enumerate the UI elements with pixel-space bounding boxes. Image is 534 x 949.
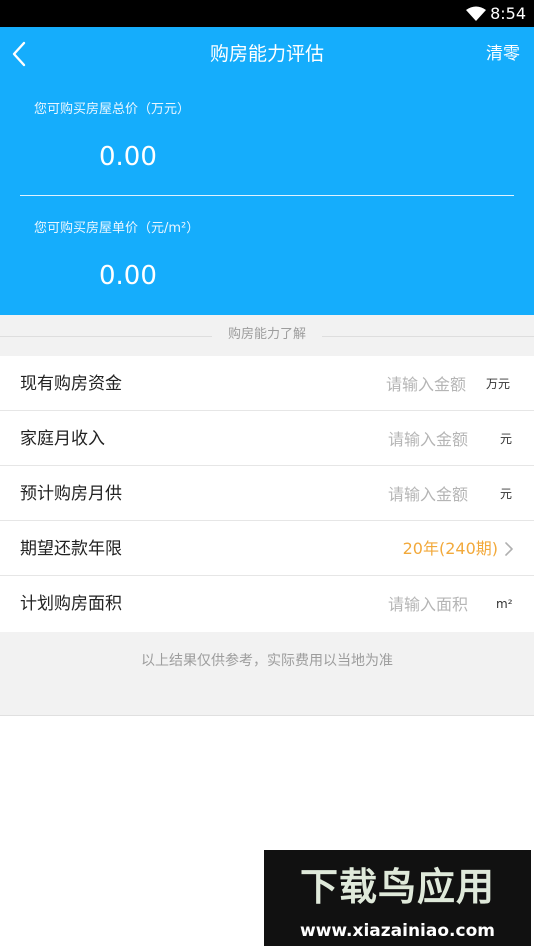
funds-input[interactable] bbox=[346, 372, 466, 396]
unit-price-label: 您可购买房屋单价（元/m²） bbox=[34, 221, 200, 236]
row-loan-term[interactable]: 期望还款年限 20年(240期) bbox=[0, 521, 534, 576]
disclaimer-text: 以上结果仅供参考，实际费用以当地为准 bbox=[141, 653, 393, 669]
wifi-icon bbox=[466, 6, 486, 21]
section-divider-right bbox=[322, 336, 534, 337]
row-area: 计划购房面积 m² bbox=[0, 576, 534, 632]
monthly-income-label: 家庭月收入 bbox=[20, 429, 105, 449]
section-title: 购房能力了解 bbox=[227, 327, 306, 342]
watermark-logo: 下载鸟应用 bbox=[299, 865, 495, 909]
watermark: 下载鸟应用 www.xiazainiao.com bbox=[264, 850, 531, 946]
total-price-value: 0.00 bbox=[99, 142, 157, 172]
clear-button[interactable]: 清零 bbox=[486, 41, 520, 67]
assessment-form: 现有购房资金 万元 家庭月收入 元 预计购房月供 元 期望还款年限 20年(24… bbox=[0, 356, 534, 632]
disclaimer-panel: 以上结果仅供参考，实际费用以当地为准 bbox=[0, 632, 534, 716]
loan-term-select[interactable]: 20年(240期) bbox=[403, 537, 498, 561]
area-label: 计划购房面积 bbox=[20, 594, 122, 614]
row-funds: 现有购房资金 万元 bbox=[0, 356, 534, 411]
unit-price-value: 0.00 bbox=[99, 261, 157, 291]
funds-unit: 万元 bbox=[486, 377, 511, 391]
loan-term-label: 期望还款年限 bbox=[20, 539, 122, 559]
monthly-income-unit: 元 bbox=[500, 432, 513, 446]
funds-label: 现有购房资金 bbox=[20, 374, 122, 394]
monthly-payment-label: 预计购房月供 bbox=[20, 484, 122, 504]
monthly-payment-unit: 元 bbox=[500, 487, 513, 501]
chevron-right-icon bbox=[505, 542, 513, 556]
total-price-label: 您可购买房屋总价（万元） bbox=[34, 102, 191, 117]
page-title: 购房能力评估 bbox=[209, 43, 324, 65]
area-input[interactable] bbox=[348, 592, 468, 616]
status-bar: 8:54 bbox=[0, 0, 534, 27]
section-header: 购房能力了解 bbox=[0, 315, 534, 356]
status-time: 8:54 bbox=[490, 4, 526, 23]
monthly-payment-input[interactable] bbox=[348, 482, 468, 506]
result-divider bbox=[20, 195, 514, 196]
result-header: 购房能力评估 清零 您可购买房屋总价（万元） 0.00 您可购买房屋单价（元/m… bbox=[0, 27, 534, 315]
monthly-income-input[interactable] bbox=[348, 427, 468, 451]
row-monthly-income: 家庭月收入 元 bbox=[0, 411, 534, 466]
area-unit: m² bbox=[496, 597, 513, 611]
watermark-url: www.xiazainiao.com bbox=[300, 921, 495, 941]
row-monthly-payment: 预计购房月供 元 bbox=[0, 466, 534, 521]
